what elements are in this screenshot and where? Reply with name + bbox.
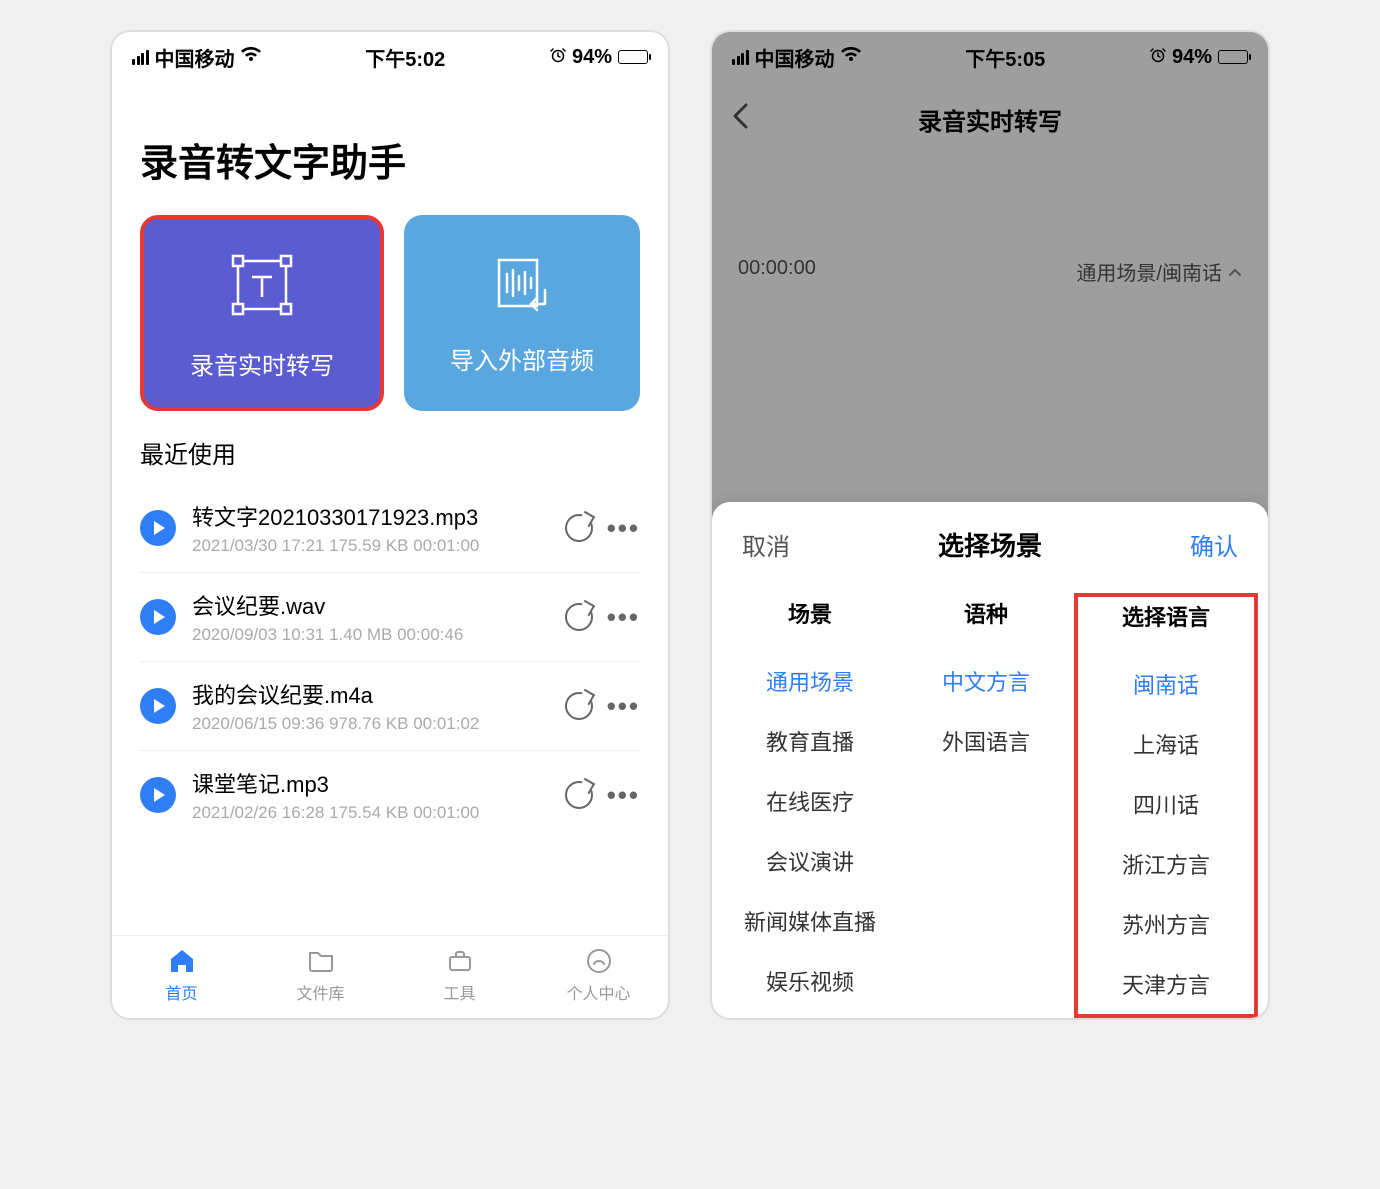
- tab-files[interactable]: 文件库: [251, 946, 390, 1004]
- picker-col-lang[interactable]: 语种 中文方言 外国语言: [898, 597, 1074, 1018]
- cancel-button[interactable]: 取消: [742, 527, 790, 562]
- recent-title: 最近使用: [140, 435, 640, 470]
- file-meta: 2021/03/30 17:21 175.59 KB 00:01:00: [192, 536, 557, 556]
- battery-label: 94%: [1172, 46, 1212, 69]
- picker-option[interactable]: 教育直播: [766, 711, 854, 771]
- picker-header: 场景: [788, 597, 832, 629]
- folder-icon: [307, 946, 335, 976]
- scene-picker-sheet: 取消 选择场景 确认 场景 通用场景 教育直播 在线医疗 会议演讲 新闻媒体直播…: [712, 502, 1268, 1018]
- play-icon: [154, 521, 165, 535]
- picker-option[interactable]: 四川话: [1133, 774, 1199, 834]
- nav-bar: 录音实时转写: [712, 82, 1268, 157]
- carrier-label: 中国移动: [155, 43, 235, 72]
- file-name: 课堂笔记.mp3: [192, 767, 557, 799]
- text-frame-icon: [226, 249, 298, 328]
- file-item[interactable]: 会议纪要.wav 2020/09/03 10:31 1.40 MB 00:00:…: [140, 573, 640, 662]
- toolbox-icon: [446, 946, 474, 976]
- picker-option[interactable]: 娱乐视频: [766, 951, 854, 1011]
- picker-option[interactable]: 通用场景: [766, 651, 854, 711]
- picker-option[interactable]: 外国语言: [942, 711, 1030, 771]
- file-list: 转文字20210330171923.mp3 2021/03/30 17:21 1…: [140, 484, 640, 839]
- play-button[interactable]: [140, 599, 176, 635]
- picker-col-scene[interactable]: 场景 通用场景 教育直播 在线医疗 会议演讲 新闻媒体直播 娱乐视频: [722, 597, 898, 1018]
- file-meta: 2020/06/15 09:36 978.76 KB 00:01:02: [192, 714, 557, 734]
- tab-label: 个人中心: [566, 980, 630, 1004]
- file-meta: 2020/09/03 10:31 1.40 MB 00:00:46: [192, 625, 557, 645]
- tab-bar: 首页 文件库 工具 个人中心: [112, 935, 668, 1018]
- picker-header: 选择语言: [1122, 600, 1210, 632]
- battery-icon: [618, 50, 648, 64]
- tab-label: 工具: [443, 980, 475, 1004]
- import-audio-icon: [491, 254, 553, 323]
- picker-option[interactable]: 上海话: [1133, 714, 1199, 774]
- play-icon: [154, 610, 165, 624]
- card-label: 录音实时转写: [190, 346, 334, 381]
- phone-screen-2: 中国移动 下午5:05 94% 录音实时转写: [710, 30, 1270, 1020]
- back-button[interactable]: [732, 103, 748, 136]
- more-icon[interactable]: •••: [607, 782, 640, 808]
- retry-icon[interactable]: [565, 692, 593, 720]
- more-icon[interactable]: •••: [607, 693, 640, 719]
- play-icon: [154, 699, 165, 713]
- picker-option[interactable]: 苏州方言: [1122, 894, 1210, 954]
- battery-icon: [1218, 50, 1248, 64]
- tab-label: 首页: [165, 980, 197, 1004]
- more-icon[interactable]: •••: [607, 515, 640, 541]
- retry-icon[interactable]: [565, 603, 593, 631]
- picker-option[interactable]: 浙江方言: [1122, 834, 1210, 894]
- picker-option[interactable]: 新闻媒体直播: [744, 891, 876, 951]
- picker-option[interactable]: 在线医疗: [766, 771, 854, 831]
- app-title: 录音转文字助手: [140, 132, 640, 187]
- import-audio-card[interactable]: 导入外部音频: [404, 215, 640, 411]
- chevron-up-icon: [1228, 260, 1242, 283]
- card-label: 导入外部音频: [450, 341, 594, 376]
- profile-icon: [586, 946, 612, 976]
- file-name: 我的会议纪要.m4a: [192, 678, 557, 710]
- file-name: 转文字20210330171923.mp3: [192, 500, 557, 532]
- confirm-button[interactable]: 确认: [1190, 527, 1238, 562]
- home-icon: [168, 946, 196, 976]
- carrier-label: 中国移动: [755, 43, 835, 72]
- realtime-transcribe-card[interactable]: 录音实时转写: [140, 215, 384, 411]
- play-button[interactable]: [140, 777, 176, 813]
- sheet-title: 选择场景: [938, 526, 1042, 563]
- file-meta: 2021/02/26 16:28 175.54 KB 00:01:00: [192, 803, 557, 823]
- picker-option[interactable]: 天津方言: [1122, 954, 1210, 1014]
- file-item[interactable]: 转文字20210330171923.mp3 2021/03/30 17:21 1…: [140, 484, 640, 573]
- file-name: 会议纪要.wav: [192, 589, 557, 621]
- alarm-icon: [1150, 47, 1166, 68]
- play-button[interactable]: [140, 510, 176, 546]
- signal-icon: [132, 50, 149, 65]
- retry-icon[interactable]: [565, 781, 593, 809]
- wifi-icon: [241, 47, 261, 68]
- phone-screen-1: 中国移动 下午5:02 94% 录音转文字助手: [110, 30, 670, 1020]
- picker-option[interactable]: 会议演讲: [766, 831, 854, 891]
- wifi-icon: [841, 47, 861, 68]
- clock: 下午5:05: [965, 43, 1045, 72]
- play-icon: [154, 788, 165, 802]
- timer-label: 00:00:00: [738, 257, 816, 286]
- battery-label: 94%: [572, 46, 612, 69]
- clock: 下午5:02: [365, 43, 445, 72]
- scene-selector-label: 通用场景/闽南话: [1076, 257, 1222, 286]
- tab-profile[interactable]: 个人中心: [529, 946, 668, 1004]
- picker-col-dialect[interactable]: 选择语言 闽南话 上海话 四川话 浙江方言 苏州方言 天津方言: [1074, 593, 1258, 1018]
- tab-tools[interactable]: 工具: [390, 946, 529, 1004]
- play-button[interactable]: [140, 688, 176, 724]
- more-icon[interactable]: •••: [607, 604, 640, 630]
- signal-icon: [732, 50, 749, 65]
- status-bar: 中国移动 下午5:02 94%: [112, 32, 668, 82]
- file-item[interactable]: 我的会议纪要.m4a 2020/06/15 09:36 978.76 KB 00…: [140, 662, 640, 751]
- scene-selector[interactable]: 通用场景/闽南话: [1076, 257, 1242, 286]
- status-bar: 中国移动 下午5:05 94%: [712, 32, 1268, 82]
- tab-home[interactable]: 首页: [112, 946, 251, 1004]
- nav-title: 录音实时转写: [918, 102, 1062, 137]
- picker-header: 语种: [964, 597, 1008, 629]
- retry-icon[interactable]: [565, 514, 593, 542]
- tab-label: 文件库: [296, 980, 344, 1004]
- picker-option[interactable]: 中文方言: [942, 651, 1030, 711]
- alarm-icon: [550, 47, 566, 68]
- file-item[interactable]: 课堂笔记.mp3 2021/02/26 16:28 175.54 KB 00:0…: [140, 751, 640, 839]
- picker-option[interactable]: 闽南话: [1133, 654, 1199, 714]
